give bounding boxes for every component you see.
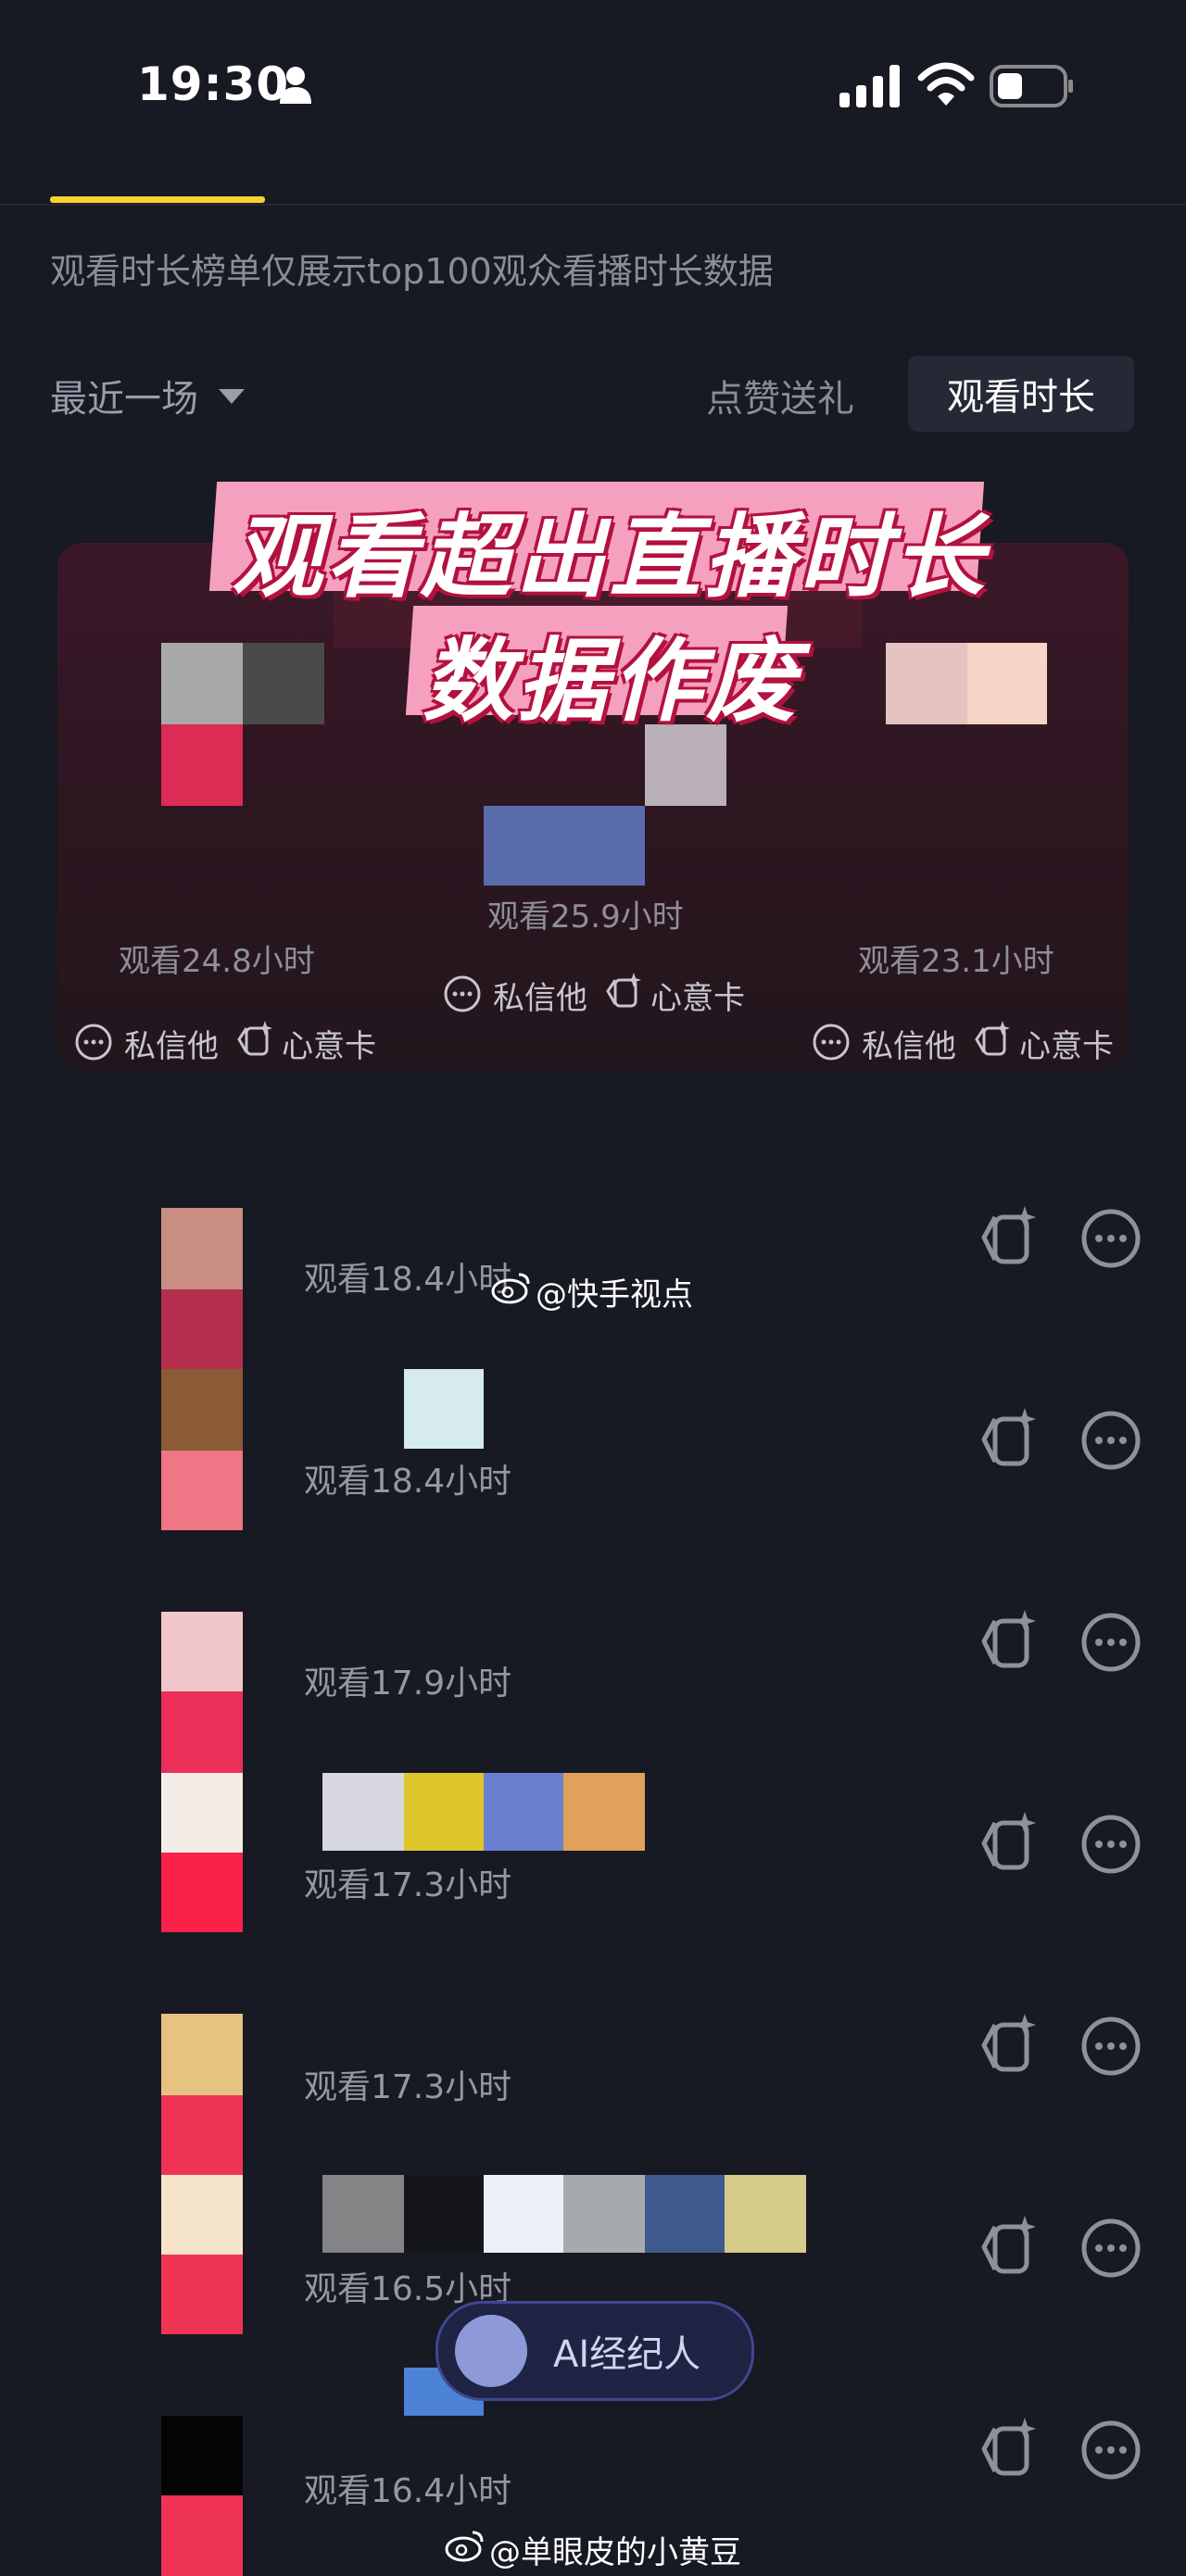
message-button-rank1[interactable]: 私信他	[493, 973, 587, 1018]
avatar	[563, 2175, 645, 2253]
chat-bubble-icon[interactable]	[1079, 1408, 1143, 1473]
header-divider	[0, 204, 1186, 206]
ranking-notice: 观看时长榜单仅展示top100观众看播时长数据	[50, 251, 774, 292]
avatar	[161, 2416, 243, 2495]
ai-agent-label: AI经纪人	[553, 2333, 701, 2376]
message-button-rank3[interactable]: 私信他	[862, 1021, 956, 1066]
avatar	[161, 724, 243, 806]
list-item-hours: 观看18.4小时	[304, 1463, 512, 1501]
avatar	[161, 1853, 243, 1932]
avatar	[161, 643, 243, 724]
gift-card-icon[interactable]	[977, 1610, 1041, 1675]
avatar	[161, 2014, 243, 2095]
gift-card-icon[interactable]	[977, 1206, 1041, 1271]
gift-card-icon[interactable]	[604, 973, 643, 1012]
sort-likes-gifts-tab[interactable]: 点赞送礼	[706, 369, 854, 422]
chat-bubble-icon[interactable]	[1079, 2014, 1143, 2079]
wifi-icon	[917, 62, 975, 106]
gift-card-icon[interactable]	[235, 1021, 274, 1060]
avatar	[161, 1289, 243, 1369]
chat-bubble-icon[interactable]	[812, 1023, 851, 1062]
heart-card-button-rank1[interactable]: 心意卡	[650, 973, 745, 1018]
avatar	[563, 1773, 645, 1851]
avatar	[161, 2255, 243, 2334]
avatar	[404, 1369, 484, 1449]
podium-hours-rank3: 观看23.1小时	[858, 943, 1054, 980]
avatar	[484, 806, 645, 886]
list-item-hours: 观看18.4小时	[304, 1261, 512, 1299]
weibo-logo	[491, 1273, 530, 1304]
chat-bubble-icon[interactable]	[1079, 1206, 1143, 1271]
chat-bubble-icon[interactable]	[443, 974, 482, 1013]
avatar	[322, 1773, 404, 1851]
chat-bubble-icon[interactable]	[1079, 1610, 1143, 1675]
avatar	[484, 1773, 563, 1851]
weibo-logo	[445, 2531, 484, 2562]
chat-bubble-icon[interactable]	[1079, 1812, 1143, 1877]
chat-bubble-icon[interactable]	[74, 1023, 113, 1062]
list-item-hours: 观看17.3小时	[304, 2068, 512, 2106]
watermark-top: @快手视点	[536, 1276, 693, 1313]
ai-agent-avatar	[455, 2315, 527, 2387]
podium-hours-rank2: 观看24.8小时	[119, 943, 315, 980]
avatar	[484, 2175, 563, 2253]
gift-card-icon[interactable]	[977, 2014, 1041, 2079]
avatar	[322, 2175, 404, 2253]
podium-hours-rank1: 观看25.9小时	[487, 898, 684, 936]
battery-icon	[990, 65, 1073, 107]
status-time: 19:30	[137, 57, 290, 111]
avatar	[161, 1612, 243, 1691]
chat-bubble-icon[interactable]	[1079, 2418, 1143, 2482]
avatar	[161, 1451, 243, 1530]
avatar	[404, 1773, 484, 1851]
avatar	[243, 643, 324, 724]
chat-bubble-icon[interactable]	[1079, 2216, 1143, 2281]
watermark-bottom: @单眼皮的小黄豆	[489, 2534, 741, 2571]
active-tab-indicator	[50, 196, 265, 203]
avatar	[886, 643, 967, 724]
gift-card-icon[interactable]	[977, 2216, 1041, 2281]
avatar	[161, 1691, 243, 1773]
gift-card-icon[interactable]	[977, 1812, 1041, 1877]
overlay-caption-line1: 观看超出直播时长	[232, 505, 989, 610]
ai-agent-button[interactable]: AI经纪人	[435, 2301, 754, 2401]
list-item-hours: 观看17.9小时	[304, 1665, 512, 1703]
avatar	[967, 643, 1047, 724]
avatar	[161, 2095, 243, 2175]
chevron-down-icon[interactable]	[219, 389, 245, 404]
overlay-caption-line2: 数据作废	[423, 629, 801, 735]
avatar	[161, 1369, 243, 1451]
message-button-rank2[interactable]: 私信他	[124, 1021, 219, 1066]
heart-card-button-rank2[interactable]: 心意卡	[282, 1021, 376, 1066]
avatar	[645, 2175, 725, 2253]
avatar	[161, 1773, 243, 1853]
avatar	[725, 2175, 806, 2253]
person-icon	[280, 67, 311, 104]
avatar	[161, 2495, 243, 2576]
avatar	[161, 2175, 243, 2255]
signal-icon	[839, 65, 900, 107]
gift-card-icon[interactable]	[973, 1021, 1012, 1060]
gift-card-icon[interactable]	[977, 2418, 1041, 2482]
session-dropdown[interactable]: 最近一场	[50, 369, 198, 422]
avatar	[404, 2175, 484, 2253]
gift-card-icon[interactable]	[977, 1408, 1041, 1473]
sort-watch-time-tab[interactable]: 观看时长	[908, 356, 1134, 432]
heart-card-button-rank3[interactable]: 心意卡	[1019, 1021, 1114, 1066]
avatar	[161, 1208, 243, 1289]
list-item-hours: 观看16.4小时	[304, 2472, 512, 2510]
list-item-hours: 观看17.3小时	[304, 1866, 512, 1904]
